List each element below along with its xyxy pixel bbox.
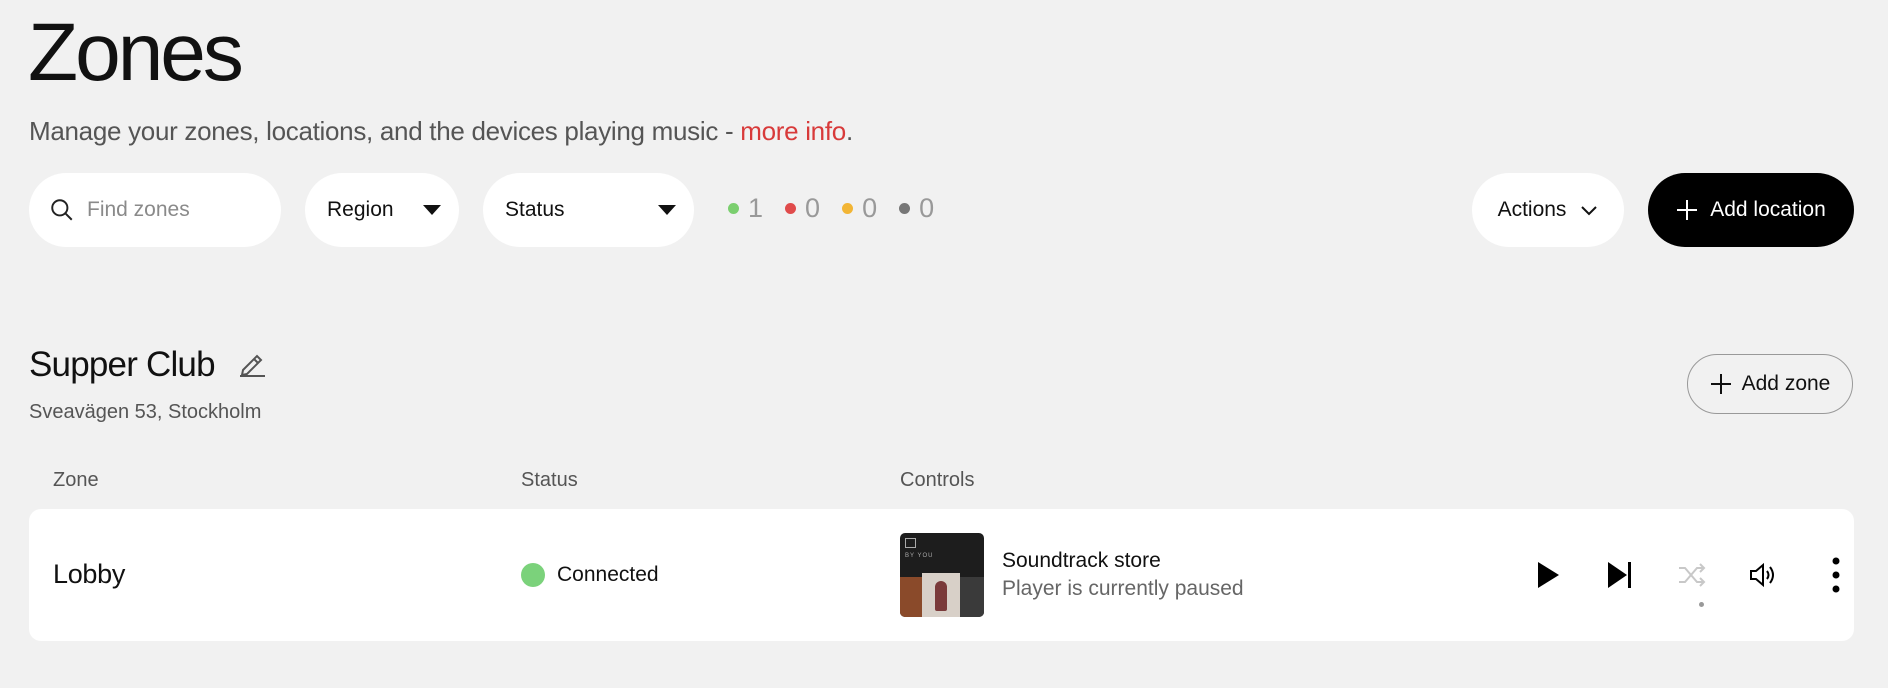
track-source: Soundtrack store <box>1002 549 1161 572</box>
add-zone-button[interactable]: Add zone <box>1687 354 1853 414</box>
play-icon <box>1538 562 1559 588</box>
shuffle-button[interactable] <box>1672 555 1712 595</box>
zone-name[interactable]: Lobby <box>53 559 125 590</box>
caret-down-icon <box>658 205 676 215</box>
cover-image-part <box>922 573 960 617</box>
connected-dot-icon <box>521 563 545 587</box>
orange-dot-icon <box>842 203 854 214</box>
more-info-link[interactable]: more info <box>740 116 846 146</box>
location-address: Sveavägen 53, Stockholm <box>29 401 262 423</box>
now-playing: Soundtrack store Player is currently pau… <box>1002 549 1244 601</box>
cover-image-part <box>900 577 922 617</box>
count-inactive[interactable]: 0 <box>899 193 934 224</box>
column-header-status: Status <box>521 469 578 491</box>
volume-button[interactable] <box>1744 555 1784 595</box>
search-box[interactable] <box>29 173 281 247</box>
page-subtitle: Manage your zones, locations, and the de… <box>29 116 853 146</box>
player-state: Player is currently paused <box>1002 577 1244 600</box>
red-dot-icon <box>785 203 797 214</box>
status-badge: Connected <box>521 563 659 587</box>
skip-next-button[interactable] <box>1600 555 1640 595</box>
status-select[interactable]: Status <box>483 173 694 247</box>
volume-icon <box>1750 562 1774 588</box>
region-label: Region <box>327 198 394 221</box>
green-dot-icon <box>728 203 739 214</box>
pencil-icon[interactable] <box>237 348 267 378</box>
count-online[interactable]: 1 <box>728 193 763 224</box>
status-label: Status <box>505 198 565 221</box>
plus-icon <box>1710 374 1731 394</box>
shuffle-indicator-dot <box>1699 602 1704 607</box>
cover-person <box>935 581 947 611</box>
search-icon <box>51 199 73 221</box>
plus-icon <box>1677 200 1698 220</box>
status-counts: 1 0 0 0 <box>728 193 956 224</box>
actions-button[interactable]: Actions <box>1472 173 1624 247</box>
calendar-icon <box>905 538 916 548</box>
region-select[interactable]: Region <box>305 173 459 247</box>
count-warning[interactable]: 0 <box>842 193 877 224</box>
count-offline[interactable]: 0 <box>785 193 820 224</box>
search-input[interactable] <box>85 197 269 223</box>
add-location-button[interactable]: Add location <box>1648 173 1854 247</box>
location-name: Supper Club <box>29 345 216 384</box>
caret-down-icon <box>423 205 441 215</box>
column-header-zone: Zone <box>53 469 99 491</box>
more-options-button[interactable] <box>1816 555 1856 595</box>
cover-tag: BY YOU <box>905 553 934 559</box>
more-vertical-icon <box>1832 557 1840 593</box>
shuffle-icon <box>1679 563 1706 587</box>
table-row[interactable]: Lobby Connected BY YOU Soundtrack store … <box>29 509 1854 641</box>
skip-next-icon <box>1608 562 1631 588</box>
play-button[interactable] <box>1528 555 1568 595</box>
cover-image-part <box>960 577 984 617</box>
column-header-controls: Controls <box>900 469 975 491</box>
page-title: Zones <box>28 7 244 98</box>
chevron-down-icon <box>1581 206 1598 216</box>
album-cover[interactable]: BY YOU <box>900 533 984 617</box>
grey-dot-icon <box>899 203 911 214</box>
